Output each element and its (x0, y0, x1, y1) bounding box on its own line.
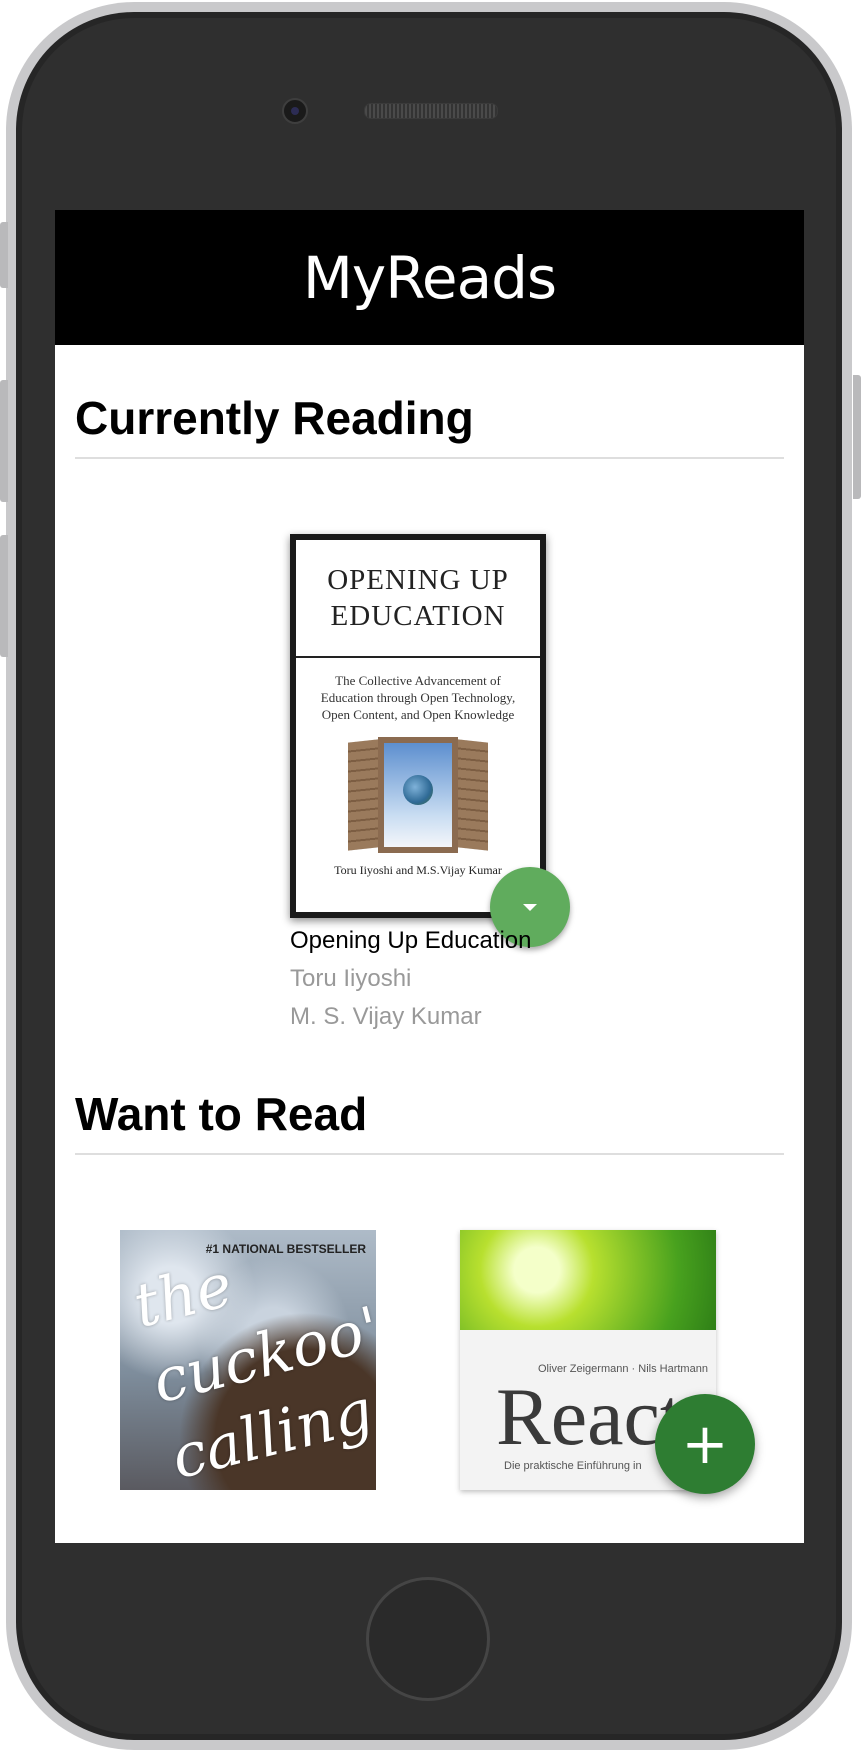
plus-icon: + (681, 1411, 729, 1477)
cover-script-title: the cuckoo's calling (126, 1250, 376, 1490)
add-book-button[interactable]: + (655, 1394, 755, 1494)
caret-down-icon (523, 904, 537, 911)
book-cover[interactable]: #1 NATIONAL BESTSELLER the cuckoo's call… (120, 1230, 376, 1490)
book-author: Toru Iiyoshi (290, 965, 412, 992)
earpiece-speaker (364, 103, 498, 119)
front-camera (282, 98, 308, 124)
cover-subtitle: Die praktische Einführung in (504, 1460, 642, 1472)
book-author: M. S. Vijay Kumar (290, 1003, 482, 1030)
window-illustration (346, 737, 490, 853)
shelf-books: OPENING UP EDUCATION The Collective Adva… (55, 459, 804, 1077)
cover-art (460, 1230, 716, 1330)
home-button[interactable] (366, 1577, 490, 1701)
app-screen: MyReads Currently Reading OPENING UP EDU… (55, 210, 804, 1543)
app-title: MyReads (302, 243, 557, 312)
app-header: MyReads (55, 210, 804, 345)
cover-title-line: OPENING UP (327, 564, 509, 596)
book-cover[interactable]: OPENING UP EDUCATION The Collective Adva… (290, 534, 546, 918)
volume-up-button (0, 380, 8, 502)
globe-icon (403, 775, 433, 805)
book-title: Opening Up Education (290, 927, 532, 954)
shelf-currently-reading: Currently Reading OPENING UP EDUCATION T… (55, 345, 804, 1077)
cover-subtitle: The Collective Advancement of Education … (320, 673, 516, 722)
cover-title-line: EDUCATION (330, 600, 506, 632)
cover-title-block: OPENING UP EDUCATION (296, 540, 540, 658)
shelf-title: Want to Read (75, 1077, 784, 1155)
shelf-title: Currently Reading (75, 345, 784, 459)
power-button (853, 375, 861, 499)
mute-switch (0, 222, 8, 288)
volume-down-button (0, 535, 8, 657)
